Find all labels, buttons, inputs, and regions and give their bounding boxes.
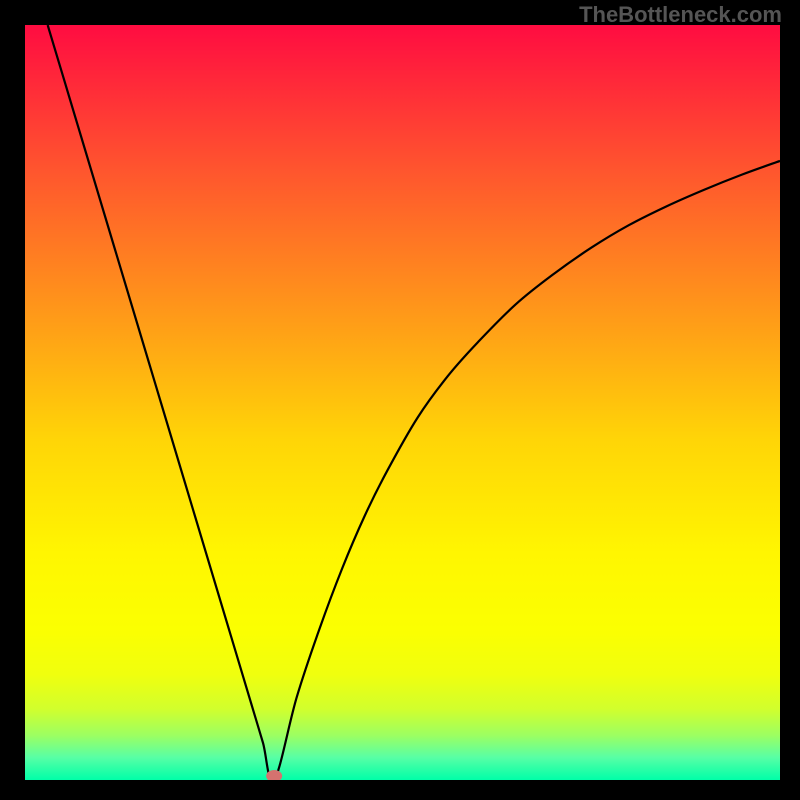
chart-svg — [25, 25, 780, 780]
gradient-background — [25, 25, 780, 780]
plot-area — [25, 25, 780, 780]
watermark-text: TheBottleneck.com — [579, 2, 782, 28]
chart-frame: TheBottleneck.com — [0, 0, 800, 800]
